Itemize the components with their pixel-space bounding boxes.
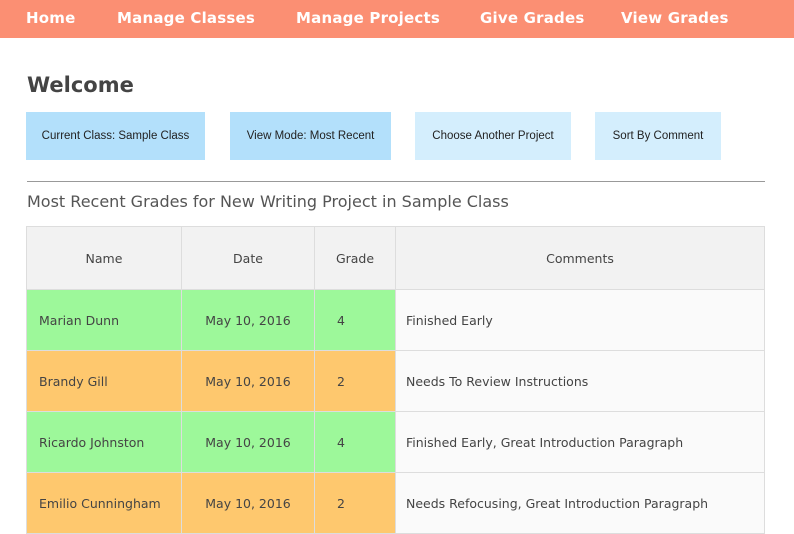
grade-value: 4	[314, 289, 396, 351]
nav-manage-classes[interactable]: Manage Classes	[117, 9, 255, 27]
column-header-name[interactable]: Name	[26, 226, 182, 290]
grade-date: May 10, 2016	[181, 472, 315, 534]
student-name: Ricardo Johnston	[26, 411, 182, 473]
student-name: Emilio Cunningham	[26, 472, 182, 534]
student-name: Brandy Gill	[26, 350, 182, 412]
column-header-date[interactable]: Date	[181, 226, 315, 290]
grade-comment: Needs Refocusing, Great Introduction Par…	[395, 472, 765, 534]
nav-view-grades[interactable]: View Grades	[621, 9, 729, 27]
section-divider	[27, 181, 765, 182]
table-row: Emilio Cunningham May 10, 2016 2 Needs R…	[26, 472, 765, 534]
column-header-comments[interactable]: Comments	[395, 226, 765, 290]
current-class-button[interactable]: Current Class: Sample Class	[26, 112, 205, 160]
table-row: Brandy Gill May 10, 2016 2 Needs To Revi…	[26, 350, 765, 412]
grade-value: 2	[314, 472, 396, 534]
top-navbar: Home Manage Classes Manage Projects Give…	[0, 0, 794, 38]
grade-value: 4	[314, 411, 396, 473]
student-name: Marian Dunn	[26, 289, 182, 351]
grades-table: Name Date Grade Comments Marian Dunn May…	[26, 226, 765, 534]
grade-date: May 10, 2016	[181, 289, 315, 351]
table-row: Ricardo Johnston May 10, 2016 4 Finished…	[26, 411, 765, 473]
nav-home[interactable]: Home	[26, 9, 75, 27]
nav-manage-projects[interactable]: Manage Projects	[296, 9, 440, 27]
grade-comment: Finished Early, Great Introduction Parag…	[395, 411, 765, 473]
sort-by-comment-button[interactable]: Sort By Comment	[595, 112, 721, 160]
section-title: Most Recent Grades for New Writing Proje…	[27, 192, 509, 211]
page-title: Welcome	[27, 73, 134, 97]
table-header-row: Name Date Grade Comments	[26, 226, 765, 290]
choose-project-button[interactable]: Choose Another Project	[415, 112, 571, 160]
nav-give-grades[interactable]: Give Grades	[480, 9, 585, 27]
grade-comment: Needs To Review Instructions	[395, 350, 765, 412]
table-row: Marian Dunn May 10, 2016 4 Finished Earl…	[26, 289, 765, 351]
column-header-grade[interactable]: Grade	[314, 226, 396, 290]
grade-date: May 10, 2016	[181, 350, 315, 412]
grade-value: 2	[314, 350, 396, 412]
grade-date: May 10, 2016	[181, 411, 315, 473]
view-mode-button[interactable]: View Mode: Most Recent	[230, 112, 391, 160]
grade-comment: Finished Early	[395, 289, 765, 351]
